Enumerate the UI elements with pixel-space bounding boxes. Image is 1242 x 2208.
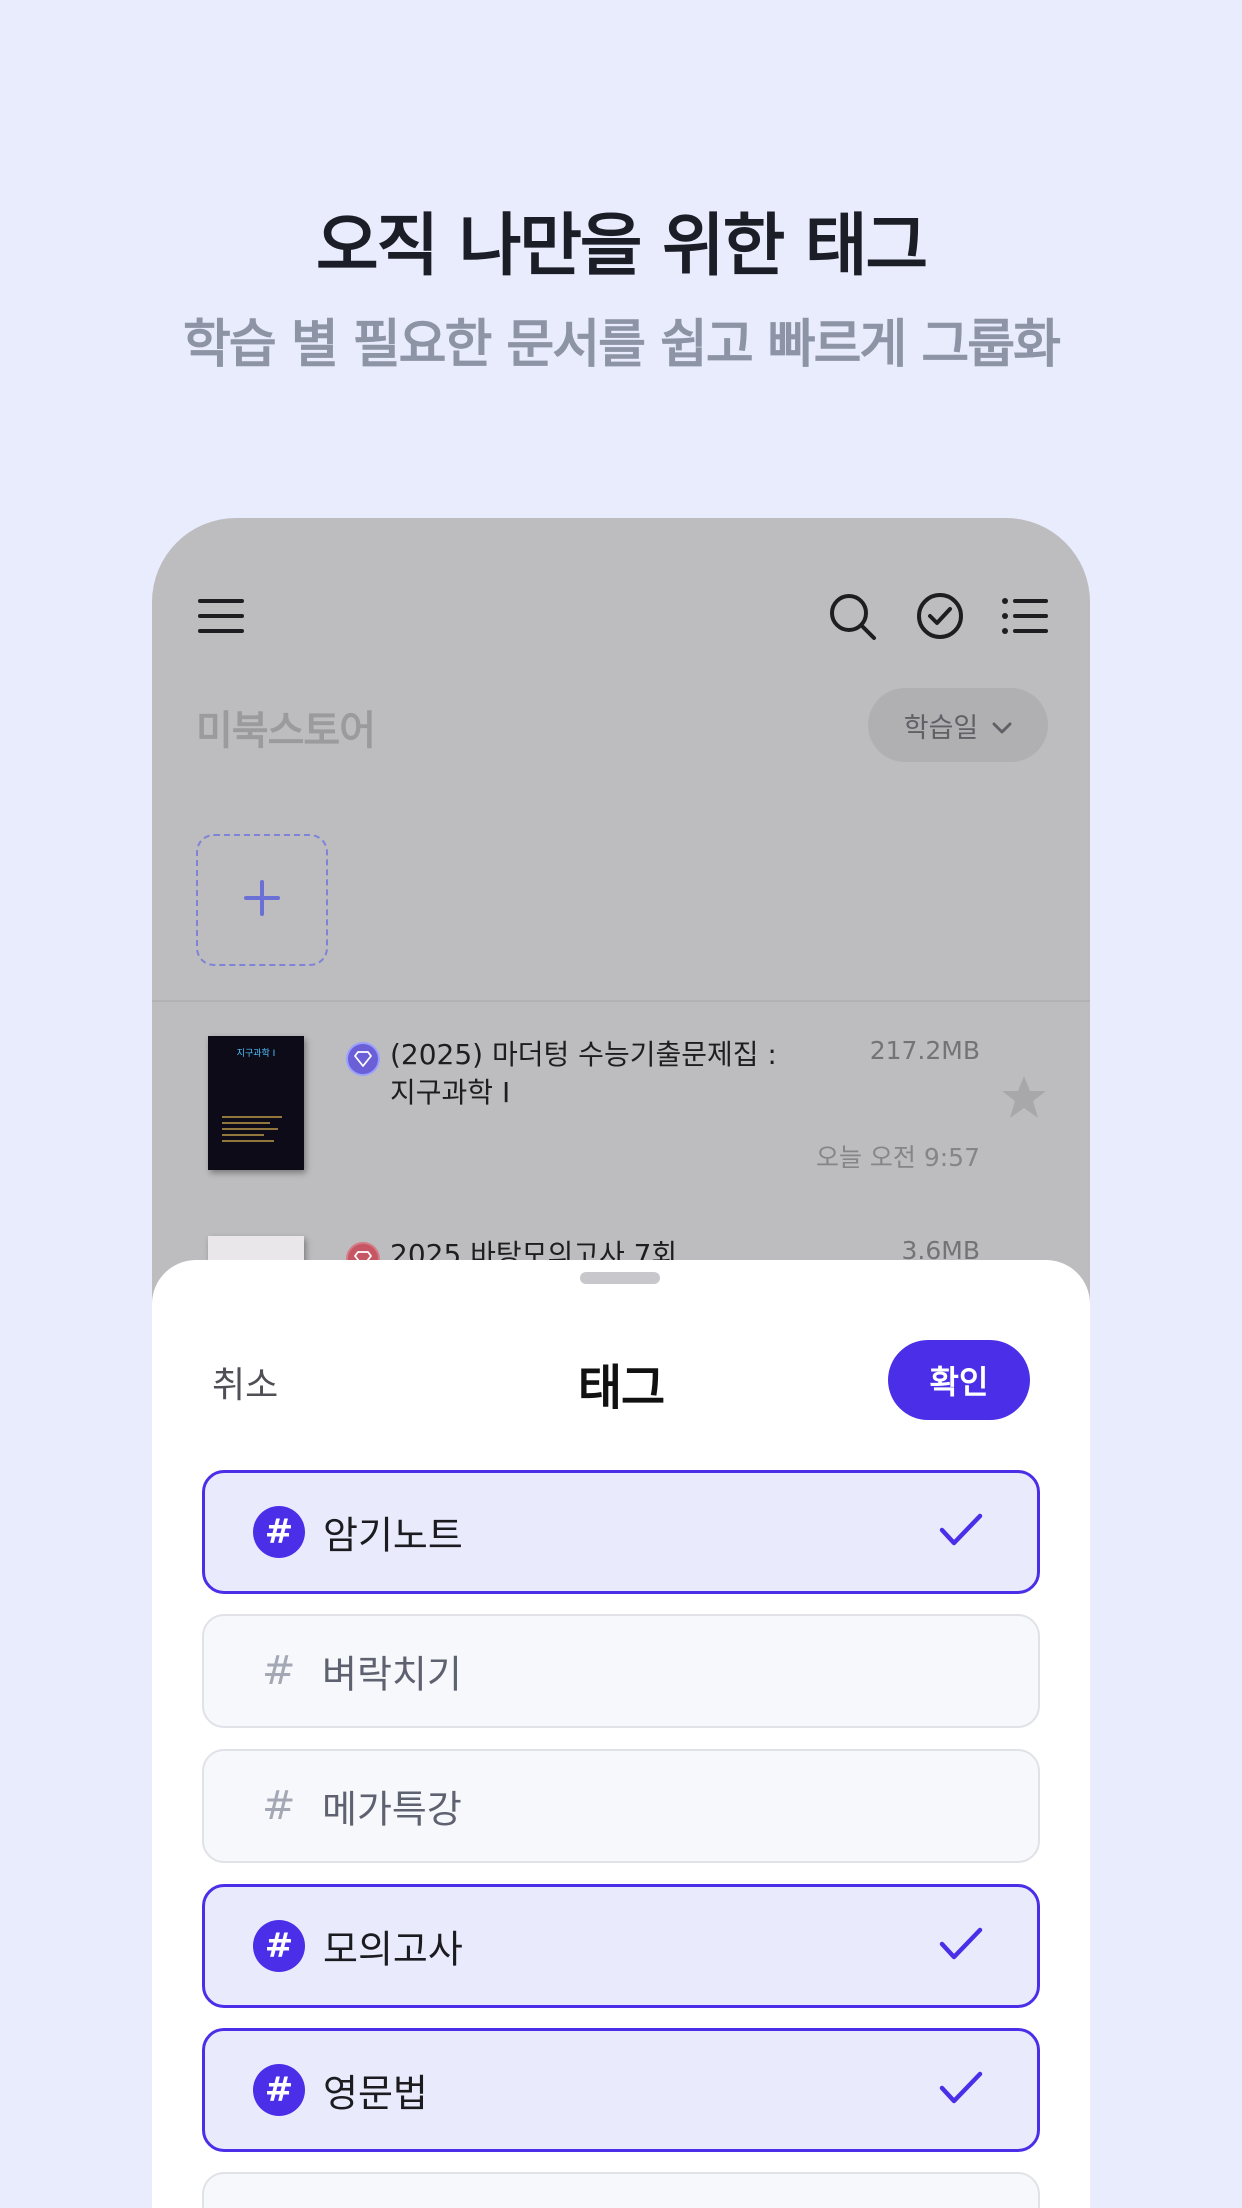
tag-item[interactable]: # 영문법	[202, 2028, 1040, 2152]
book-size: 217.2MB	[869, 1036, 980, 1065]
book-date: 오늘 오전 9:57	[815, 1143, 980, 1172]
plus-icon	[244, 880, 280, 920]
hero-title: 오직 나만을 위한 태그	[315, 207, 928, 286]
store-title: 미북스토어	[196, 708, 376, 754]
list-item[interactable]: 지구과학 I (2025) 마더텅 수능기출문제집 : 지구과학 I 217.2…	[152, 1036, 1090, 1226]
tag-label: 벼락치기	[322, 1652, 462, 1697]
tag-label: 암기노트	[323, 1513, 463, 1558]
star-icon[interactable]	[1000, 1074, 1048, 1124]
gem-icon	[346, 1042, 380, 1076]
check-icon	[939, 1926, 983, 1966]
hash-icon: #	[253, 1920, 305, 1972]
tag-item[interactable]: # 암기노트	[202, 1470, 1040, 1594]
tag-label: 메가특강	[322, 1787, 462, 1832]
tag-label: 영문법	[323, 2071, 428, 2116]
hash-icon: #	[262, 1783, 296, 1829]
tag-bottom-sheet: 취소 태그 확인 # 암기노트 # 벼락치기 # 메가특강 # 모의고사 # 영…	[152, 1260, 1090, 2208]
search-icon[interactable]	[828, 592, 878, 646]
hero-subtitle: 학습 별 필요한 문서를 쉽고 빠르게 그룹화	[183, 315, 1061, 375]
tag-item[interactable]: # 벼락치기	[202, 1614, 1040, 1728]
add-tag-button[interactable]	[196, 834, 328, 966]
sheet-grabber[interactable]	[580, 1272, 660, 1284]
check-icon	[939, 2070, 983, 2110]
list-icon[interactable]	[1002, 598, 1048, 638]
tag-item[interactable]: # 모의고사	[202, 1884, 1040, 2008]
check-circle-icon[interactable]	[916, 592, 964, 644]
hash-icon: #	[262, 1648, 296, 1694]
book-cover: 지구과학 I	[208, 1036, 304, 1170]
chevron-down-icon	[992, 710, 1012, 741]
sort-dropdown[interactable]: 학습일	[868, 688, 1048, 762]
hash-icon: #	[253, 1506, 305, 1558]
tag-item[interactable]	[202, 2172, 1040, 2208]
confirm-button[interactable]: 확인	[888, 1340, 1030, 1420]
book-title: (2025) 마더텅 수능기출문제집 : 지구과학 I	[390, 1038, 777, 1109]
divider	[152, 1000, 1090, 1002]
check-icon	[939, 1512, 983, 1552]
hash-icon: #	[253, 2064, 305, 2116]
sort-label: 학습일	[903, 712, 979, 744]
tag-label: 모의고사	[323, 1927, 463, 1972]
menu-icon[interactable]	[198, 598, 244, 638]
tag-item[interactable]: # 메가특강	[202, 1749, 1040, 1863]
